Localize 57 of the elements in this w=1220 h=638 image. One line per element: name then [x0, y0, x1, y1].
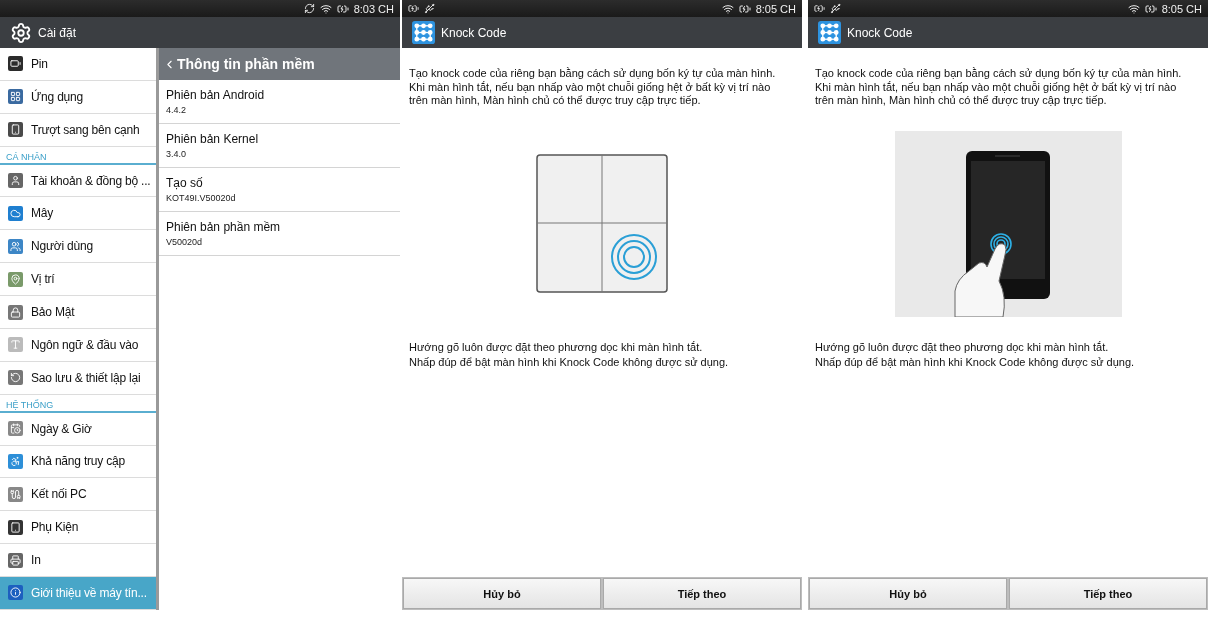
detail-title: Thông tin phần mềm: [177, 56, 315, 72]
usb-icon: [424, 3, 435, 14]
section-header: CÁ NHÂN: [6, 151, 47, 162]
note-text: Nhấp đúp để bật màn hình khi Knock Code không được sử dụng.: [815, 354, 1136, 370]
calendar-icon: [8, 421, 23, 437]
battery-icon: [1144, 2, 1157, 15]
intro-text: Tạo knock code của riêng bạn bằng cách sử dụng bốn ký tự của màn hình. Khi màn hình tắt, nếu bạn nhấp vào một chuỗi giống hệt ở bất kỳ vị trí nào trên màn hình, Màn hình chủ có thể được truy cập trực tiếp.: [815, 67, 1183, 108]
accessibility-icon: [8, 453, 23, 469]
sync-icon: [303, 3, 315, 14]
usb-icon: [830, 3, 841, 14]
battery-icon: [8, 56, 23, 72]
lock-icon: [8, 304, 23, 320]
screen-title: Knock Code: [441, 25, 507, 40]
info-value: 3.4.0: [166, 149, 188, 159]
intro-text: Tạo knock code của riêng bạn bằng cách sử dụng bốn ký tự của màn hình. Khi màn hình tắt, nếu bạn nhấp vào một chuỗi giống hệt ở bất kỳ vị trí nào trên màn hình, Màn hình chủ có thể được truy cập trực tiếp.: [409, 67, 777, 108]
screen-title: Cài đặt: [38, 25, 77, 40]
wifi-icon: [319, 2, 332, 15]
settings-icon: [10, 21, 32, 44]
app-icon: [412, 21, 435, 44]
battery-icon: [408, 3, 419, 14]
cloud-icon: [8, 205, 23, 221]
battery-icon: [814, 3, 825, 14]
status-time: 8:05 CH: [1161, 2, 1202, 15]
letter-icon: [8, 337, 23, 353]
backup-icon: [8, 370, 23, 386]
tablet-icon: [8, 519, 23, 535]
map-pin-icon: [8, 271, 23, 287]
screen-title: Knock Code: [847, 25, 913, 40]
info-value: 4.4.2: [166, 105, 188, 115]
info-label: Phiên bản Kernel: [166, 132, 260, 146]
cable-icon: [8, 486, 23, 502]
status-time: 8:05 CH: [755, 2, 796, 15]
note-text: Nhấp đúp để bật màn hình khi Knock Code không được sử dụng.: [409, 354, 730, 370]
apps-icon: [8, 89, 23, 105]
info-value: KOT49I.V50020d: [166, 193, 237, 203]
info-icon: [8, 585, 23, 601]
app-icon: [818, 21, 841, 44]
next-button[interactable]: Tiếp theo: [603, 578, 801, 609]
cancel-button[interactable]: Hủy bỏ: [809, 578, 1007, 609]
info-label: Phiên bản phần mềm: [166, 220, 282, 234]
account-icon: [8, 173, 23, 188]
wifi-icon: [721, 2, 734, 15]
status-time: 8:03 CH: [353, 2, 394, 15]
info-label: Phiên bản Android: [166, 88, 266, 102]
next-button[interactable]: Tiếp theo: [1009, 578, 1207, 609]
phone-icon: [8, 122, 23, 138]
info-value: V50020d: [166, 237, 204, 247]
users-icon: [8, 238, 23, 254]
note-text: Hướng gõ luôn được đặt theo phương dọc khi màn hình tắt.: [815, 339, 1110, 355]
section-header: HỆ THỐNG: [6, 399, 54, 410]
battery-icon: [738, 2, 751, 15]
cancel-button[interactable]: Hủy bỏ: [403, 578, 601, 609]
info-label: Tạo số: [166, 176, 204, 190]
note-text: Hướng gõ luôn được đặt theo phương dọc khi màn hình tắt.: [409, 339, 704, 355]
battery-icon: [336, 2, 349, 15]
printer-icon: [8, 552, 23, 568]
wifi-icon: [1127, 2, 1140, 15]
